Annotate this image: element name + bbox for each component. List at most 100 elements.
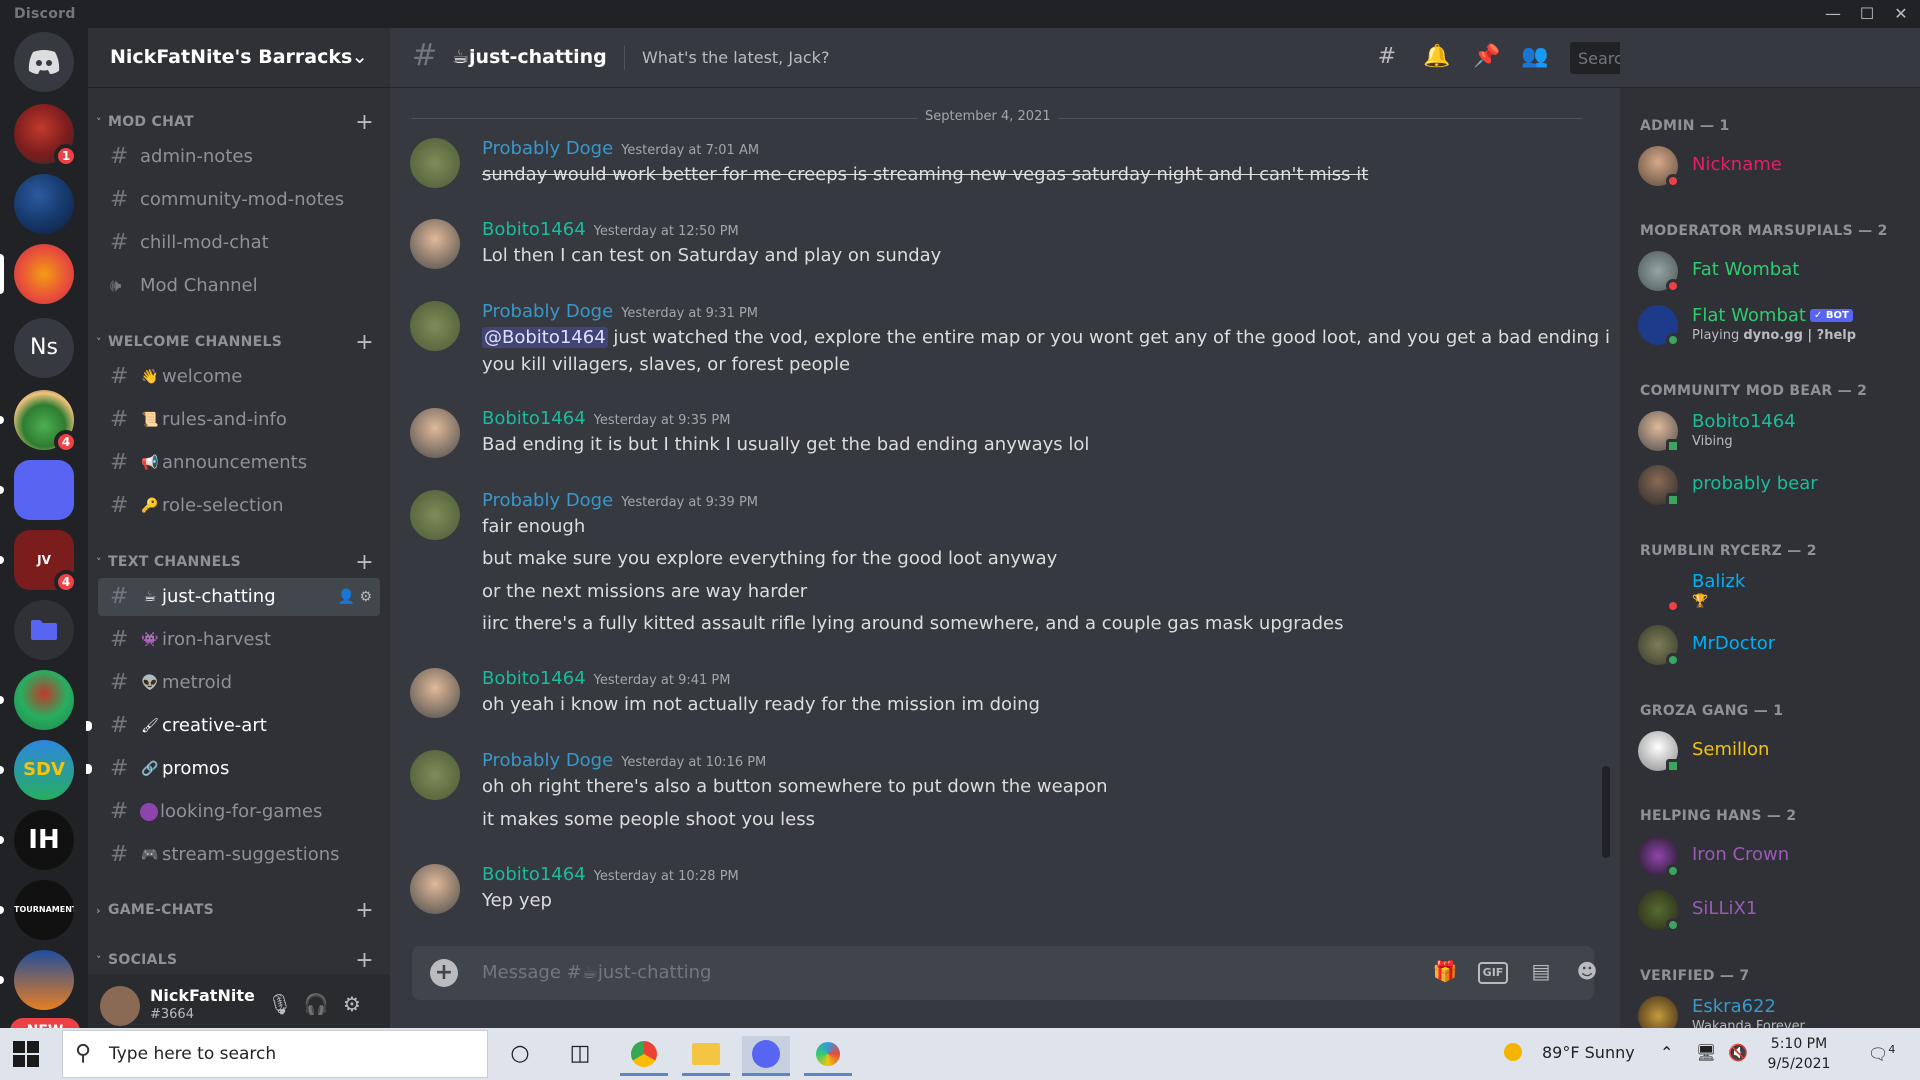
maximize-button[interactable]: ☐ — [1850, 0, 1884, 28]
server-icon-planet[interactable] — [14, 174, 74, 234]
channel-role-selection[interactable]: # 🔑 role-selection — [98, 487, 380, 525]
gear-icon[interactable]: ⚙ — [359, 589, 372, 605]
member-item[interactable]: Fat Wombat — [1638, 251, 1908, 301]
category-socials[interactable]: ˅ SOCIALS + — [96, 952, 386, 972]
avatar[interactable] — [410, 668, 460, 718]
weather-text[interactable]: 89°F Sunny — [1542, 1043, 1635, 1062]
member-item[interactable]: Flat Wombat ✓ BOT Playing dyno.gg | ?help — [1638, 305, 1908, 355]
server-icon-jv[interactable]: JV 4 — [0, 530, 78, 594]
microphone-icon[interactable]: 🎙 — [266, 992, 294, 1020]
task-view-icon[interactable]: ◫ — [556, 1036, 604, 1076]
avatar[interactable] — [410, 864, 460, 914]
channel-chill-mod-chat[interactable]: # chill-mod-chat — [98, 224, 380, 262]
invite-icon[interactable]: 👤 — [338, 589, 355, 605]
avatar[interactable] — [410, 408, 460, 458]
emoji-icon[interactable]: ☻ — [1572, 959, 1602, 987]
server-icon-purple[interactable] — [0, 460, 74, 520]
bell-icon[interactable]: 🔔 — [1422, 44, 1452, 74]
message-author[interactable]: Bobito1464 Yesterday at 10:28 PM — [482, 864, 739, 885]
add-channel-icon[interactable]: + — [355, 330, 374, 355]
cortana-icon[interactable]: ○ — [496, 1036, 544, 1076]
channel-metroid[interactable]: # 👽 metroid — [98, 664, 380, 702]
weather-icon[interactable] — [1504, 1043, 1522, 1062]
channel-stream-suggestions[interactable]: # 🎮 stream-suggestions — [98, 836, 380, 874]
taskbar-search-input[interactable]: ⚲ Type here to search — [62, 1030, 488, 1078]
headphones-icon[interactable]: 🎧 — [302, 992, 330, 1020]
member-item[interactable]: Bobito1464 Vibing — [1638, 411, 1908, 461]
member-item[interactable]: Balizk 🏆 — [1638, 571, 1908, 621]
settings-gear-icon[interactable]: ⚙ — [338, 992, 366, 1020]
message-author[interactable]: Bobito1464 Yesterday at 9:41 PM — [482, 668, 731, 689]
chrome-icon[interactable] — [620, 1036, 668, 1076]
avatar[interactable] — [410, 219, 460, 269]
channel-welcome[interactable]: # 👋 welcome — [98, 358, 380, 396]
attach-plus-icon[interactable]: + — [430, 959, 458, 987]
message-composer[interactable]: + Message #☕just-chatting 🎁 GIF ▤ ☻ — [412, 946, 1597, 1000]
server-folder[interactable] — [14, 600, 74, 660]
channel-community-mod-notes[interactable]: # community-mod-notes — [98, 181, 380, 219]
channel-iron-harvest[interactable]: # 👾 iron-harvest — [98, 621, 380, 659]
server-icon-sdv[interactable]: SDV — [0, 740, 74, 800]
avatar[interactable] — [410, 490, 460, 540]
category-welcome[interactable]: ˅ WELCOME CHANNELS + — [96, 330, 386, 358]
clock[interactable]: 5:10 PM 9/5/2021 — [1762, 1034, 1836, 1074]
channel-admin-notes[interactable]: # admin-notes — [98, 138, 380, 176]
message-author[interactable]: Bobito1464 Yesterday at 9:35 PM — [482, 408, 731, 429]
server-icon-mushroom[interactable] — [0, 670, 74, 730]
member-item[interactable]: Nickname — [1638, 146, 1908, 196]
scrollbar-thumb[interactable] — [1602, 766, 1610, 858]
add-channel-icon[interactable]: + — [355, 110, 374, 135]
close-button[interactable]: ✕ — [1884, 0, 1918, 28]
user-mention[interactable]: @Bobito1464 — [482, 327, 608, 348]
category-text-channels[interactable]: ˅ TEXT CHANNELS + — [96, 550, 386, 578]
avatar[interactable] — [410, 301, 460, 351]
channel-topic[interactable]: What's the latest, Jack? — [642, 48, 829, 67]
server-icon-red[interactable]: 1 — [14, 104, 78, 168]
gif-button[interactable]: GIF — [1478, 962, 1508, 984]
message-author[interactable]: Probably Doge Yesterday at 9:39 PM — [482, 490, 758, 511]
message-author[interactable]: Probably Doge Yesterday at 10:16 PM — [482, 750, 766, 771]
windows-start-icon[interactable] — [12, 1040, 40, 1068]
avatar[interactable] — [100, 986, 140, 1026]
minimize-button[interactable]: — — [1816, 0, 1850, 28]
add-channel-icon[interactable]: + — [355, 952, 374, 972]
channel-creative-art[interactable]: # 🖌 creative-art — [86, 707, 380, 745]
channel-announcements[interactable]: # 📢 announcements — [98, 444, 380, 482]
sticker-icon[interactable]: ▤ — [1526, 959, 1556, 987]
channel-just-chatting[interactable]: # ☕ just-chatting 👤 ⚙ — [98, 578, 380, 616]
home-button[interactable] — [14, 32, 74, 92]
server-icon-active[interactable] — [0, 244, 74, 304]
server-icon-pepe[interactable]: 4 — [0, 390, 78, 454]
server-icon-tournament[interactable]: TOURNAMENT — [0, 880, 74, 940]
file-explorer-icon[interactable] — [682, 1036, 730, 1076]
message-author[interactable]: Probably Doge Yesterday at 9:31 PM — [482, 301, 758, 322]
pin-icon[interactable]: 📌 — [1472, 44, 1502, 74]
message-author[interactable]: Bobito1464 Yesterday at 12:50 PM — [482, 219, 739, 240]
member-item[interactable]: Semillon — [1638, 731, 1908, 781]
channel-looking-for-games[interactable]: # looking-for-games — [98, 793, 380, 831]
channel-promos[interactable]: # 🔗 promos — [86, 750, 380, 788]
message-input[interactable]: Message #☕just-chatting — [482, 962, 711, 983]
member-list-icon[interactable]: 👥 — [1520, 44, 1550, 74]
server-icon-ih[interactable]: IH — [0, 810, 74, 870]
network-icon[interactable]: 🖥 — [1696, 1043, 1716, 1062]
member-item[interactable]: Iron Crown — [1638, 836, 1908, 886]
add-channel-icon[interactable]: + — [355, 898, 374, 923]
category-mod-chat[interactable]: ˅ MOD CHAT + — [96, 110, 386, 138]
member-item[interactable]: MrDoctor — [1638, 625, 1908, 675]
category-game-chats[interactable]: › GAME-CHATS + — [96, 898, 386, 926]
discord-taskbar-icon[interactable] — [742, 1036, 790, 1076]
chevron-up-icon[interactable]: ⌃ — [1660, 1043, 1673, 1062]
server-icon-sunset[interactable] — [0, 950, 74, 1010]
member-item[interactable]: probably bear — [1638, 465, 1908, 515]
paint-icon[interactable] — [804, 1036, 852, 1076]
server-header[interactable]: NickFatNite's Barracks ⌄ — [88, 28, 390, 88]
gift-icon[interactable]: 🎁 — [1430, 959, 1460, 987]
notifications-icon[interactable]: 🗨4 — [1868, 1043, 1895, 1063]
channel-rules-and-info[interactable]: # 📜 rules-and-info — [98, 401, 380, 439]
avatar[interactable] — [410, 750, 460, 800]
avatar[interactable] — [410, 138, 460, 188]
member-item[interactable]: Eskra622 Wakanda Forever — [1638, 996, 1908, 1028]
server-icon-ns[interactable]: Ns — [14, 318, 74, 378]
add-channel-icon[interactable]: + — [355, 550, 374, 575]
